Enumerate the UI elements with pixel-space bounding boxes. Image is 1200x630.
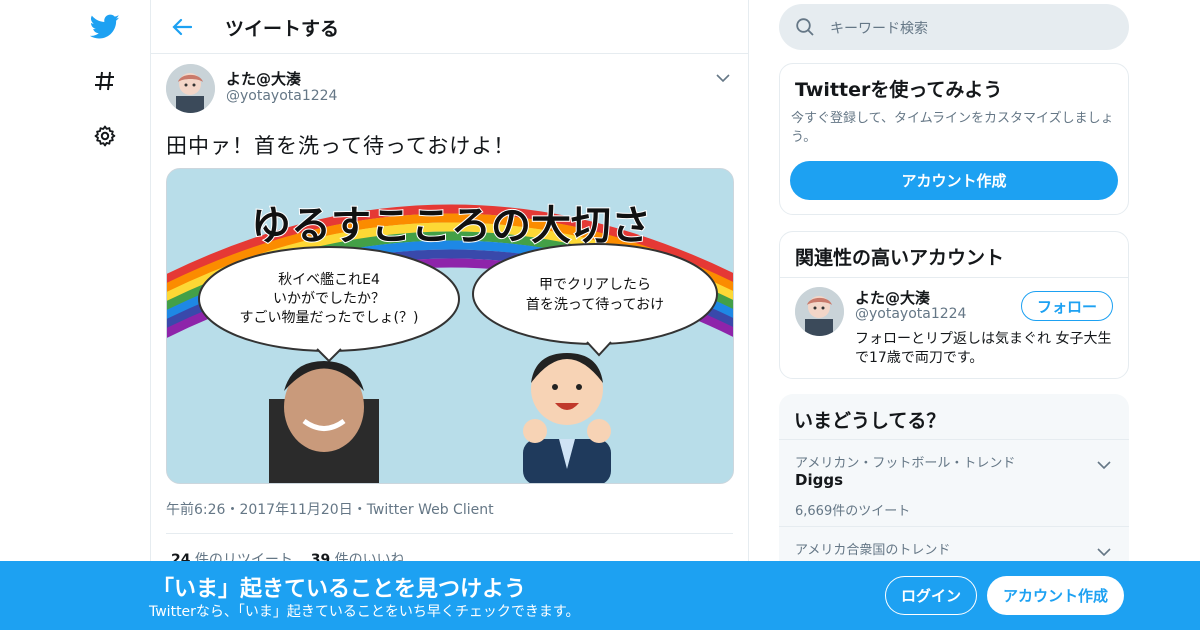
chevron-down-icon[interactable] <box>1097 455 1113 470</box>
divider <box>780 277 1128 278</box>
trend-count: 6,669件のツイート <box>795 504 911 519</box>
bubble-right-line: 甲でクリアしたら <box>539 277 651 293</box>
main-column: ツイートする よた@大湊 @yotayota1224 田中ァ！首を洗って待ってお… <box>150 0 749 630</box>
signup-banner: 「いま」起きていることを見つけよう Twitterなら、「いま」起きていることを… <box>0 561 1200 630</box>
tweet-media-image[interactable]: ゆるすこころの大切さ 秋イベ艦これE4 いかがでしたか？ すごい物量だったでしょ… <box>166 168 734 484</box>
create-account-button[interactable]: アカウント作成 <box>790 161 1118 200</box>
media-title-text: ゆるすこころの大切さ <box>251 203 651 249</box>
bubble-left-line: 秋イベ艦これE4 <box>278 272 380 288</box>
bubble-left-line: すごい物量だったでしょ(？) <box>240 310 419 326</box>
signup-card-title: Twitterを使ってみよう <box>795 79 1003 101</box>
trend-item[interactable]: アメリカン・フットボール・トレンド Diggs 6,669件のツイート <box>779 439 1129 526</box>
divider <box>166 533 733 534</box>
related-bio: フォローとリプ返しは気まぐれ 女子大生で17歳で両刀です。 <box>855 331 1112 366</box>
bubble-left-line: いかがでしたか？ <box>273 291 385 307</box>
related-handle[interactable]: @yotayota1224 <box>855 306 966 322</box>
chevron-down-icon[interactable] <box>1097 542 1113 557</box>
page-title: ツイートする <box>225 18 340 40</box>
tweet-timestamp[interactable]: 午前6:26・2017年11月20日・Twitter Web Client <box>166 499 494 519</box>
trend-context: アメリカ合衆国のトレンド <box>795 543 951 558</box>
related-avatar[interactable] <box>795 287 844 336</box>
banner-signup-button[interactable]: アカウント作成 <box>987 576 1124 615</box>
chevron-down-icon[interactable] <box>716 68 736 84</box>
author-avatar[interactable] <box>166 64 215 113</box>
related-card-title: 関連性の高いアカウント <box>795 247 1005 269</box>
banner-subtitle: Twitterなら、「いま」起きていることをいち早くチェックできます。 <box>149 604 580 620</box>
trend-name[interactable]: Diggs <box>795 471 843 489</box>
related-accounts-card: 関連性の高いアカウント よた@大湊 @yotayota1224 フォロー フォロ… <box>779 231 1129 379</box>
search-input[interactable]: キーワード検索 <box>830 18 928 38</box>
author-name[interactable]: よた@大湊 <box>226 68 301 89</box>
signup-card-desc: 今すぐ登録して、タイムラインをカスタマイズしましょう。 <box>791 111 1114 145</box>
signup-card: Twitterを使ってみよう 今すぐ登録して、タイムラインをカスタマイズしましょ… <box>779 63 1129 215</box>
search-box[interactable]: キーワード検索 <box>779 4 1129 50</box>
bubble-right-line: 首を洗って待っておけ <box>526 297 664 313</box>
banner-title: 「いま」起きていることを見つけよう <box>152 577 527 602</box>
twitter-bird-icon[interactable] <box>88 10 122 44</box>
login-button[interactable]: ログイン <box>885 576 977 615</box>
related-name[interactable]: よた@大湊 <box>855 287 930 308</box>
trend-context: アメリカン・フットボール・トレンド <box>795 456 1016 471</box>
follow-button[interactable]: フォロー <box>1021 291 1113 321</box>
tweet-text: 田中ァ！首を洗って待っておけよ！ <box>166 134 516 158</box>
page-header: ツイートする <box>151 0 748 54</box>
left-nav <box>0 0 150 630</box>
gear-icon[interactable] <box>88 119 122 153</box>
trends-title: いまどうしてる？ <box>794 410 946 432</box>
hashtag-icon[interactable] <box>88 64 122 98</box>
search-icon <box>795 17 815 37</box>
back-arrow-icon[interactable] <box>169 14 195 40</box>
author-handle[interactable]: @yotayota1224 <box>226 88 337 104</box>
